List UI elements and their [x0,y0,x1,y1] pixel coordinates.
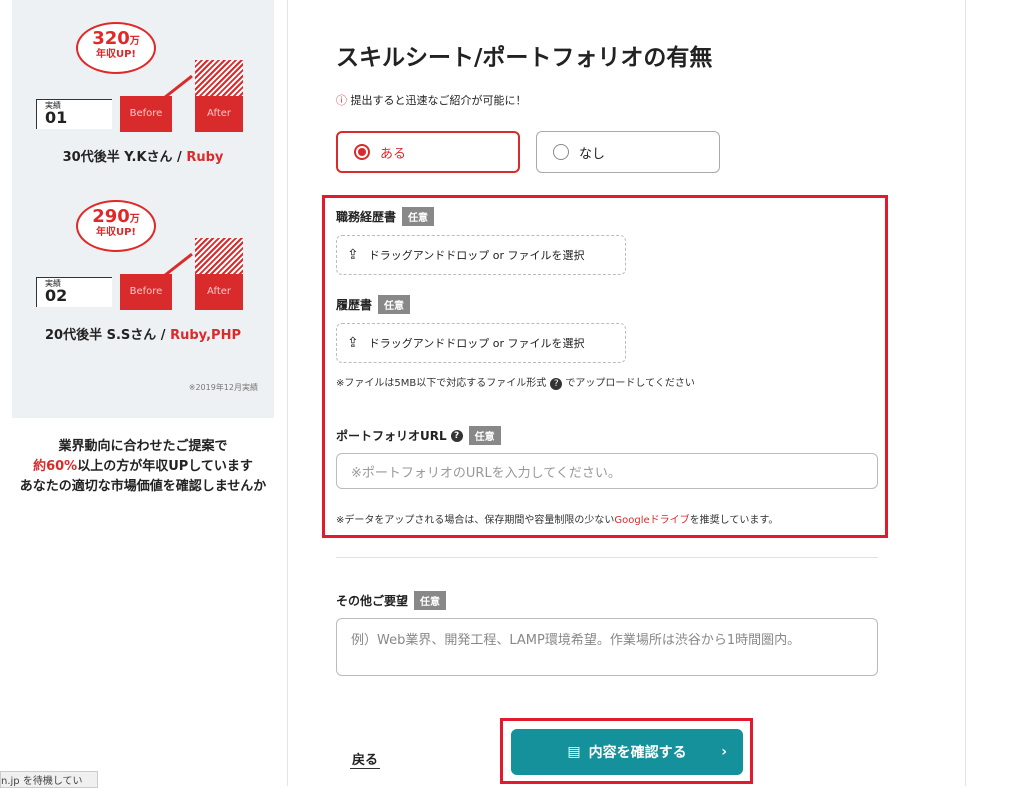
file-format-note: ※ファイルは5MB以下で対応するファイル形式? でアップロードしてください [336,378,695,390]
column-divider [287,0,288,786]
file-note-rest: でアップロードしてください [565,378,695,389]
message-line-1: 業界動向に合わせたご提案で [58,439,228,454]
case-number: 02 [45,286,68,305]
radio-no-label: なし [579,146,606,162]
radio-yes-label: ある [380,146,407,162]
confirm-button[interactable]: ▤ 内容を確認する › [511,729,743,775]
data-storage-note: ※データをアップされる場合は、保存期間や容量制限の少ないGoogleドライブを推… [336,515,779,526]
cv-label: 履歴書 任意 [336,295,411,314]
jisseki-label: 実績 02 [36,277,112,307]
optional-tag: 任意 [402,207,435,226]
income-message: 業界動向に合わせたご提案で 約60%以上の方が年収UPしています あなたの適切な… [0,437,286,497]
results-card: 320万 年収UP! Before After 実績 01 30代後半 Y.Kさん… [12,0,274,418]
income-up-label: 年収UP! [95,227,136,238]
section-title: スキルシート/ポートフォリオの有無 [336,45,713,71]
google-drive-link[interactable]: Googleドライブ [614,515,689,526]
radio-empty-icon [553,144,569,160]
browser-status-tooltip: n.jp を待機してい [0,771,98,788]
optional-tag: 任意 [468,426,501,445]
income-up-badge: 320万 年収UP! [76,22,156,74]
income-amount: 320 [92,28,130,49]
person-label: 20代後半 S.Sさん / Ruby,PHP [44,328,241,343]
upload-icon: ⇪ [347,247,359,263]
after-bar: After [195,96,243,132]
after-bar: After [195,274,243,310]
jisseki-label: 実績 01 [36,99,112,129]
results-note: ※2019年12月実績 [188,383,258,392]
optional-tag: 任意 [414,591,447,610]
income-unit: 万 [129,214,140,225]
case-number: 01 [45,108,68,127]
message-highlight: 約60% [33,459,78,474]
help-icon[interactable]: ? [450,429,463,442]
submit-hint: ⓘ 提出すると迅速なご紹介が可能に！ [336,92,527,108]
other-requests-label: その他ご要望 任意 [336,591,447,610]
income-unit: 万 [129,36,140,47]
document-icon: ▤ [567,744,581,760]
radio-option-yes[interactable]: ある [336,131,520,173]
resume-dropzone[interactable]: ⇪ ドラッグアンドドロップ or ファイルを選択 [336,235,626,275]
back-link[interactable]: 戻る [350,749,381,769]
hatched-increase [195,60,243,96]
message-line-3: あなたの適切な市場価値を確認しませんか [19,479,267,494]
dropzone-text: ドラッグアンドドロップ or ファイルを選択 [368,249,585,262]
column-divider [965,0,966,786]
other-requests-textarea[interactable]: 例）Web業界、開発工程、LAMP環境希望。作業場所は渋谷から1時間圏内。 [336,618,878,676]
optional-tag: 任意 [378,295,411,314]
person-label: 30代後半 Y.Kさん / Ruby [62,150,224,165]
income-up-badge: 290万 年収UP! [76,200,156,252]
portfolio-url-label: ポートフォリオURL? 任意 [336,426,501,445]
help-icon[interactable]: ? [550,378,563,390]
resume-label: 職務経歴書 任意 [336,207,435,226]
radio-selected-icon [354,144,370,160]
section-divider [336,557,878,558]
before-bar: Before [120,96,172,132]
portfolio-url-input[interactable]: ※ポートフォリオのURLを入力してください。 [336,453,878,489]
chevron-right-icon: › [721,744,727,760]
dropzone-text: ドラッグアンドドロップ or ファイルを選択 [368,337,585,350]
hatched-increase [195,238,243,274]
message-line-2: 以上の方が年収UPしています [77,459,253,474]
income-amount: 290 [92,206,130,227]
person-language: Ruby [186,150,224,165]
income-up-label: 年収UP! [95,49,136,60]
info-icon: ⓘ [336,94,347,107]
radio-option-no[interactable]: なし [536,131,720,173]
hint-text: 提出すると迅速なご紹介が可能に！ [350,94,527,107]
before-bar: Before [120,274,172,310]
cv-dropzone[interactable]: ⇪ ドラッグアンドドロップ or ファイルを選択 [336,323,626,363]
upload-icon: ⇪ [347,335,359,351]
person-language: Ruby,PHP [170,328,241,343]
data-note-rest: を推奨しています。 [689,515,779,526]
confirm-label: 内容を確認する [588,745,687,761]
